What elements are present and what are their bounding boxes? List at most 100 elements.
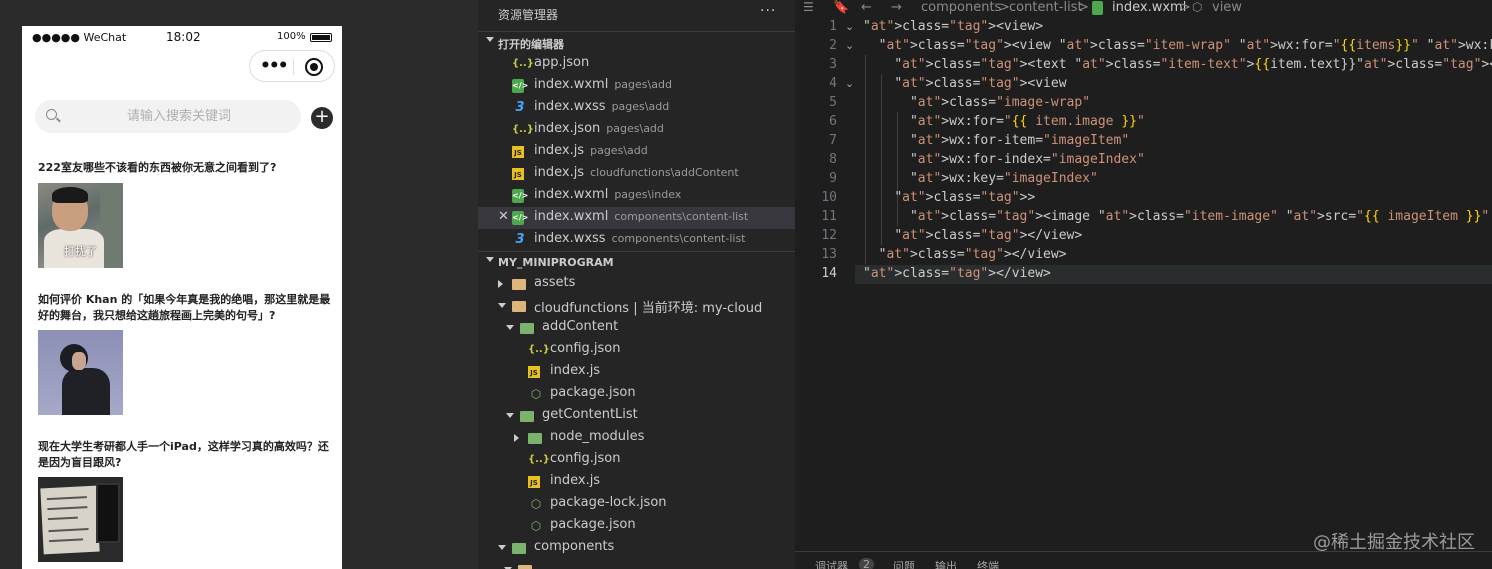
tree-item-partial[interactable]: [478, 559, 795, 569]
code-line[interactable]: "at">class="image-wrap": [863, 93, 1090, 112]
open-editor-item[interactable]: {..} app.json: [478, 53, 795, 75]
code-line[interactable]: "at">class="tag"></view>: [863, 245, 1067, 264]
open-editor-item[interactable]: JS index.js cloudfunctions\addContent: [478, 163, 795, 185]
code-line[interactable]: "at">class="tag">>: [863, 188, 1035, 207]
open-editor-item[interactable]: ✕ </> index.wxml components\content-list: [478, 207, 795, 229]
open-editor-item[interactable]: {..} index.json pages\add: [478, 119, 795, 141]
file-name: index.json pages\add: [534, 121, 664, 136]
code-line[interactable]: "at">wx:for="{{ item.image }}": [863, 112, 1145, 131]
tab-terminal[interactable]: 终端: [977, 558, 999, 569]
file-name: index.wxml components\content-list: [534, 209, 748, 224]
tree-item[interactable]: cloudfunctions | 当前环境: my-cloud: [478, 295, 795, 317]
status-time: 18:02: [166, 30, 201, 44]
tab-debugger[interactable]: 调试器: [815, 558, 848, 569]
explorer-title: 资源管理器: [498, 8, 559, 22]
code-line[interactable]: "at">class="tag"></view>: [863, 226, 1082, 245]
post-title[interactable]: 现在大学生考研都人手一个iPad，这样学习真的高效吗？还是因为盲目跟风?: [38, 439, 332, 471]
post-image[interactable]: 打扰了: [38, 183, 123, 268]
section-label: 打开的编辑器: [498, 38, 564, 51]
breadcrumb-item[interactable]: index.wxml: [1112, 0, 1186, 15]
chevron-down-icon[interactable]: [506, 325, 514, 330]
code-line[interactable]: "at">class="tag"><view "at">class="item-…: [863, 36, 1492, 55]
code-line[interactable]: "at">class="tag"><text "at">class="item-…: [863, 55, 1492, 74]
chevron-down-icon: [486, 37, 494, 42]
tree-item[interactable]: components: [478, 537, 795, 559]
more-icon[interactable]: •••: [260, 56, 289, 76]
code-line[interactable]: "at">wx:key="imageIndex": [863, 169, 1098, 188]
forward-icon[interactable]: →: [891, 0, 902, 15]
open-editor-item[interactable]: 3 index.wxss components\content-list: [478, 229, 795, 251]
post-title[interactable]: 如何评价 Khan 的「如果今年真是我的绝唱，那这里就是最好的舞台，我只想给这趟…: [38, 292, 332, 324]
code-line[interactable]: "at">class="tag"><view: [863, 74, 1066, 93]
chevron-right-icon[interactable]: [498, 280, 503, 288]
tab-problems[interactable]: 问题: [893, 558, 915, 569]
fold-chevron-icon[interactable]: ⌄: [845, 36, 855, 55]
code-line[interactable]: "at">class="tag"></view>: [863, 264, 1051, 283]
wxml-icon: [1092, 1, 1103, 15]
back-icon[interactable]: ←: [861, 0, 872, 15]
search-input[interactable]: [65, 100, 293, 133]
close-icon[interactable]: ✕: [498, 209, 509, 224]
post-image[interactable]: [38, 330, 123, 415]
folder-icon: [518, 565, 532, 569]
fold-chevron-icon[interactable]: ⌄: [845, 17, 855, 36]
tree-item[interactable]: JS index.js: [478, 361, 795, 383]
watermark: @稀土掘金技术社区: [1313, 532, 1475, 553]
breadcrumb-sep: >: [1078, 0, 1089, 15]
tab-output[interactable]: 输出: [935, 558, 957, 569]
more-actions-icon[interactable]: ···: [760, 3, 776, 19]
tree-item[interactable]: ⬡ package.json: [478, 383, 795, 405]
code-line[interactable]: "at">wx:for-index="imageIndex": [863, 150, 1145, 169]
line-number: 13: [821, 247, 837, 262]
open-editor-item[interactable]: </> index.wxml pages\index: [478, 185, 795, 207]
tree-item[interactable]: ⬡ package-lock.json: [478, 493, 795, 515]
chevron-right-icon[interactable]: [514, 434, 519, 442]
chevron-down-icon[interactable]: [506, 413, 514, 418]
search-bar: [35, 100, 301, 133]
problem-count-badge: 2: [859, 558, 874, 569]
tree-item-label: addContent: [542, 319, 619, 334]
file-path: pages\add: [611, 100, 670, 113]
breadcrumb-item[interactable]: view: [1212, 0, 1242, 15]
open-editors-header[interactable]: 打开的编辑器: [478, 31, 795, 53]
chevron-down-icon[interactable]: [498, 303, 506, 308]
open-editor-item[interactable]: 3 index.wxss pages\add: [478, 97, 795, 119]
tree-item-label: package.json: [550, 517, 636, 532]
chevron-down-icon[interactable]: [498, 545, 506, 550]
open-editor-item[interactable]: JS index.js pages\add: [478, 141, 795, 163]
post-image[interactable]: [38, 477, 123, 562]
tree-item[interactable]: JS index.js: [478, 471, 795, 493]
code-line[interactable]: "at">wx:for-item="imageItem": [863, 131, 1129, 150]
line-number: 1: [829, 19, 837, 34]
tree-item[interactable]: getContentList: [478, 405, 795, 427]
folder-icon: [512, 301, 526, 312]
fold-chevron-icon[interactable]: ⌄: [845, 74, 855, 93]
tree-item[interactable]: {..} config.json: [478, 339, 795, 361]
breadcrumb-item[interactable]: content-list: [1009, 0, 1083, 15]
file-path: pages\add: [614, 78, 672, 91]
tree-item[interactable]: node_modules: [478, 427, 795, 449]
add-post-button[interactable]: +: [311, 107, 333, 129]
list-icon: ☰: [803, 0, 814, 14]
file-path: cloudfunctions\addContent: [590, 166, 739, 179]
tree-item[interactable]: assets: [478, 273, 795, 295]
code-line[interactable]: "at">class="tag"><image "at">class="item…: [863, 207, 1492, 226]
project-header[interactable]: MY_MINIPROGRAM: [478, 251, 795, 273]
open-editor-item[interactable]: </> index.wxml pages\add: [478, 75, 795, 97]
breadcrumb-item[interactable]: components: [921, 0, 1001, 15]
close-target-icon[interactable]: [305, 58, 323, 76]
tree-item-label: package.json: [550, 385, 636, 400]
tree-item[interactable]: {..} config.json: [478, 449, 795, 471]
post-title[interactable]: 222室友哪些不该看的东西被你无意之间看到了?: [38, 160, 332, 176]
folder-icon: [520, 323, 534, 334]
chevron-down-icon: [486, 257, 494, 262]
file-path: pages\add: [590, 144, 648, 157]
tree-item[interactable]: addContent: [478, 317, 795, 339]
battery-level: 100%: [277, 31, 306, 42]
file-name-text: index.wxss: [534, 99, 606, 114]
breadcrumb: ☰ 🔖 ← → components > content-list > inde…: [795, 0, 1492, 17]
bookmark-icon[interactable]: 🔖: [833, 0, 849, 15]
mini-program-capsule: •••: [249, 50, 335, 82]
tree-item[interactable]: ⬡ package.json: [478, 515, 795, 537]
code-line[interactable]: "at">class="tag"><view>: [863, 17, 1043, 36]
